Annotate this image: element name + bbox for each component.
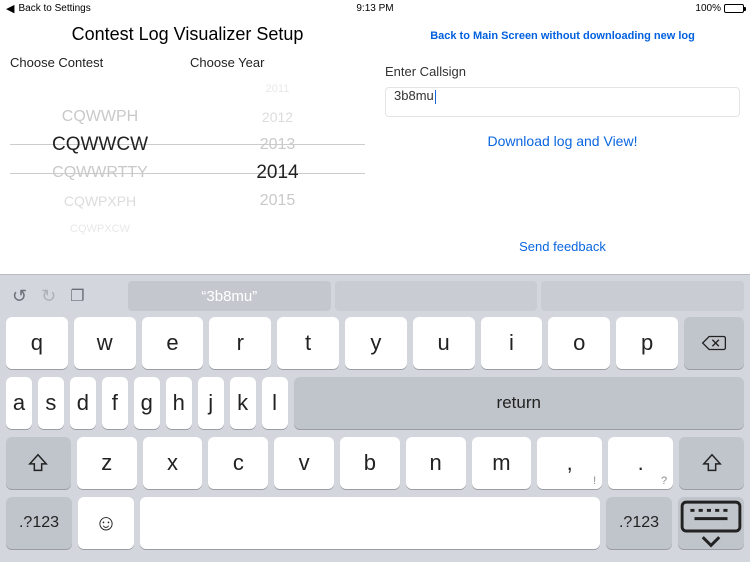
- setup-right-pane: Back to Main Screen without downloading …: [375, 16, 750, 274]
- keyboard-suggestion[interactable]: [541, 281, 744, 311]
- picker-item-selected[interactable]: CQWWCW: [10, 131, 190, 159]
- key-n[interactable]: n: [406, 437, 466, 489]
- clipboard-icon[interactable]: ❐: [70, 286, 84, 306]
- picker-item[interactable]: CQWWRTTY: [10, 159, 190, 187]
- contest-header: Choose Contest: [10, 55, 190, 70]
- key-y[interactable]: y: [345, 317, 407, 369]
- picker-item[interactable]: 2012: [190, 103, 365, 131]
- key-p[interactable]: p: [616, 317, 678, 369]
- key-v[interactable]: v: [274, 437, 334, 489]
- numbers-key[interactable]: .?123: [6, 497, 72, 549]
- picker-item-selected[interactable]: 2014: [190, 159, 365, 187]
- year-header: Choose Year: [190, 55, 365, 70]
- key-s[interactable]: s: [38, 377, 64, 429]
- page-title: Contest Log Visualizer Setup: [10, 24, 365, 45]
- key-c[interactable]: c: [208, 437, 268, 489]
- key-z[interactable]: z: [77, 437, 137, 489]
- battery-icon: [724, 4, 744, 13]
- picker-item[interactable]: 2013: [190, 131, 365, 159]
- battery-percent: 100%: [695, 3, 721, 14]
- key-f[interactable]: f: [102, 377, 128, 429]
- key-x[interactable]: x: [143, 437, 203, 489]
- return-key[interactable]: return: [294, 377, 744, 429]
- key-j[interactable]: j: [198, 377, 224, 429]
- key-u[interactable]: u: [413, 317, 475, 369]
- picker-item[interactable]: CQWWPH: [10, 103, 190, 131]
- key-t[interactable]: t: [277, 317, 339, 369]
- space-key[interactable]: [140, 497, 600, 549]
- key-a[interactable]: a: [6, 377, 32, 429]
- emoji-key[interactable]: ☺: [78, 497, 134, 549]
- download-button[interactable]: Download log and View!: [385, 133, 740, 149]
- key-q[interactable]: q: [6, 317, 68, 369]
- back-to-main-link[interactable]: Back to Main Screen without downloading …: [385, 30, 740, 42]
- key-m[interactable]: m: [472, 437, 532, 489]
- setup-left-pane: Contest Log Visualizer Setup Choose Cont…: [0, 16, 375, 274]
- key-l[interactable]: l: [262, 377, 288, 429]
- backspace-key[interactable]: [684, 317, 744, 369]
- key-e[interactable]: e: [142, 317, 204, 369]
- period-key[interactable]: .?: [608, 437, 673, 489]
- picker-item[interactable]: 2011: [190, 75, 365, 103]
- back-chevron-icon[interactable]: ◀: [6, 2, 14, 15]
- keyboard-suggestion[interactable]: “3b8mu”: [128, 281, 331, 311]
- onscreen-keyboard: ↺ ↻ ❐ “3b8mu” qwertyuiop asdfghjkl retur…: [0, 274, 750, 562]
- key-b[interactable]: b: [340, 437, 400, 489]
- year-picker[interactable]: 2011 2012 2013 2014 2015: [190, 74, 365, 244]
- key-i[interactable]: i: [481, 317, 543, 369]
- contest-picker[interactable]: CQWWPH CQWWCW CQWWRTTY CQWPXPH CQWPXCW: [10, 74, 190, 244]
- key-o[interactable]: o: [548, 317, 610, 369]
- key-d[interactable]: d: [70, 377, 96, 429]
- picker-item[interactable]: CQWPXPH: [10, 187, 190, 215]
- status-bar: ◀ Back to Settings 9:13 PM 100%: [0, 0, 750, 16]
- shift-key[interactable]: [679, 437, 744, 489]
- callsign-label: Enter Callsign: [385, 64, 740, 79]
- keyboard-suggestion[interactable]: [335, 281, 538, 311]
- back-to-settings-link[interactable]: Back to Settings: [18, 3, 90, 14]
- key-k[interactable]: k: [230, 377, 256, 429]
- picker-item[interactable]: CQWPXCW: [10, 215, 190, 243]
- key-g[interactable]: g: [134, 377, 160, 429]
- numbers-key[interactable]: .?123: [606, 497, 672, 549]
- comma-key[interactable]: ,!: [537, 437, 602, 489]
- shift-key[interactable]: [6, 437, 71, 489]
- key-h[interactable]: h: [166, 377, 192, 429]
- status-time: 9:13 PM: [252, 3, 498, 14]
- picker-item[interactable]: 2015: [190, 187, 365, 215]
- key-r[interactable]: r: [209, 317, 271, 369]
- undo-icon[interactable]: ↺: [12, 286, 27, 307]
- key-w[interactable]: w: [74, 317, 136, 369]
- redo-icon[interactable]: ↻: [41, 286, 56, 307]
- callsign-input[interactable]: 3b8mu: [385, 87, 740, 117]
- send-feedback-link[interactable]: Send feedback: [375, 239, 750, 254]
- dismiss-keyboard-key[interactable]: [678, 497, 744, 549]
